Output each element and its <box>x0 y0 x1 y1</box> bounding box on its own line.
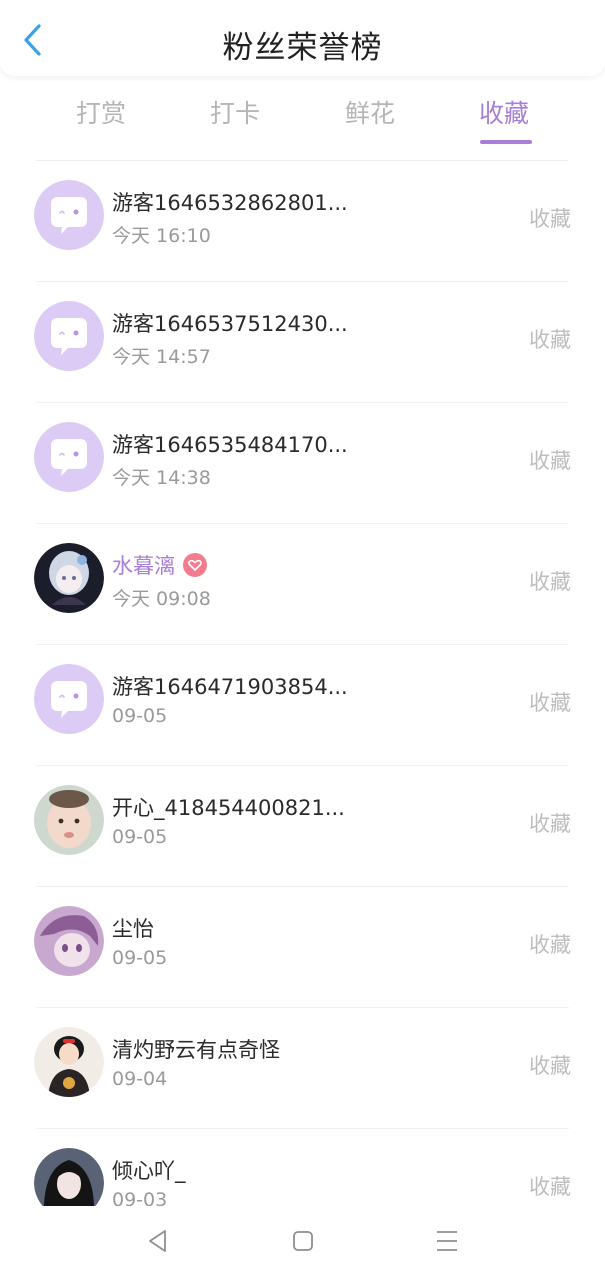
tab-reward[interactable]: 打赏 <box>56 94 146 130</box>
list-item[interactable]: 尘怡 09-05 收藏 <box>0 887 605 1008</box>
favorite-label: 收藏 <box>529 1054 571 1078</box>
heart-badge-icon <box>183 553 207 577</box>
user-name: 尘怡 <box>112 917 154 941</box>
timestamp: 09-05 <box>112 705 168 727</box>
anime-face-avatar[interactable] <box>34 906 104 976</box>
favorite-label: 收藏 <box>529 691 571 715</box>
active-tab-indicator <box>480 140 532 144</box>
princess-avatar[interactable] <box>34 1027 104 1097</box>
three-lines-menu-icon[interactable] <box>436 1228 458 1254</box>
tab-bar: 打赏 打卡 鲜花 收藏 <box>0 88 605 148</box>
timestamp: 09-04 <box>112 1068 168 1090</box>
list-item[interactable]: 倾心吖_ 09-03 收藏 <box>0 1129 605 1206</box>
favorite-label: 收藏 <box>529 449 571 473</box>
timestamp: 今天 14:57 <box>112 346 211 368</box>
favorite-label: 收藏 <box>529 570 571 594</box>
tab-checkin[interactable]: 打卡 <box>190 94 280 130</box>
system-nav-bar <box>0 1206 605 1280</box>
favorite-label: 收藏 <box>529 207 571 231</box>
fan-list[interactable]: 游客1646532862801... 今天 16:10 收藏 游客1646537… <box>0 161 605 1206</box>
chat-bubble-avatar[interactable] <box>34 664 104 734</box>
chat-bubble-avatar[interactable] <box>34 301 104 371</box>
chat-bubble-avatar[interactable] <box>34 422 104 492</box>
square-home-icon[interactable] <box>292 1228 314 1254</box>
user-name: 开心_418454400821... <box>112 796 345 820</box>
list-item[interactable]: 游客1646471903854... 09-05 收藏 <box>0 645 605 766</box>
timestamp: 09-05 <box>112 826 168 848</box>
favorite-label: 收藏 <box>529 933 571 957</box>
tab-flowers[interactable]: 鲜花 <box>325 94 415 130</box>
anime-girl-avatar[interactable] <box>34 543 104 613</box>
list-item[interactable]: 清灼野云有点奇怪 09-04 收藏 <box>0 1008 605 1129</box>
timestamp: 09-03 <box>112 1189 168 1206</box>
header-bar: 粉丝荣誉榜 <box>0 0 605 76</box>
user-name: 水暮漓 <box>112 554 175 578</box>
triangle-back-icon[interactable] <box>146 1228 168 1254</box>
list-item[interactable]: 水暮漓 今天 09:08 收藏 <box>0 524 605 645</box>
user-name: 清灼野云有点奇怪 <box>112 1038 280 1062</box>
list-item[interactable]: 游客1646535484170... 今天 14:38 收藏 <box>0 403 605 524</box>
user-name: 倾心吖_ <box>112 1159 186 1183</box>
timestamp: 今天 14:38 <box>112 467 211 489</box>
favorite-label: 收藏 <box>529 1175 571 1199</box>
vip-user-name: 水暮漓 <box>112 550 207 580</box>
baby-photo-avatar[interactable] <box>34 785 104 855</box>
timestamp: 今天 16:10 <box>112 225 211 247</box>
dark-hair-avatar[interactable] <box>34 1148 104 1206</box>
chat-bubble-avatar[interactable] <box>34 180 104 250</box>
user-name: 游客1646471903854... <box>112 675 348 699</box>
timestamp: 今天 09:08 <box>112 588 211 610</box>
user-name: 游客1646532862801... <box>112 191 348 215</box>
favorite-label: 收藏 <box>529 328 571 352</box>
tab-favorites[interactable]: 收藏 <box>459 94 549 144</box>
user-name: 游客1646535484170... <box>112 433 348 457</box>
list-item[interactable]: 开心_418454400821... 09-05 收藏 <box>0 766 605 887</box>
user-name: 游客1646537512430... <box>112 312 348 336</box>
favorite-label: 收藏 <box>529 812 571 836</box>
list-item[interactable]: 游客1646537512430... 今天 14:57 收藏 <box>0 282 605 403</box>
tab-favorites-label: 收藏 <box>478 99 529 128</box>
page-title: 粉丝荣誉榜 <box>222 30 383 66</box>
list-item[interactable]: 游客1646532862801... 今天 16:10 收藏 <box>0 161 605 282</box>
timestamp: 09-05 <box>112 947 168 969</box>
